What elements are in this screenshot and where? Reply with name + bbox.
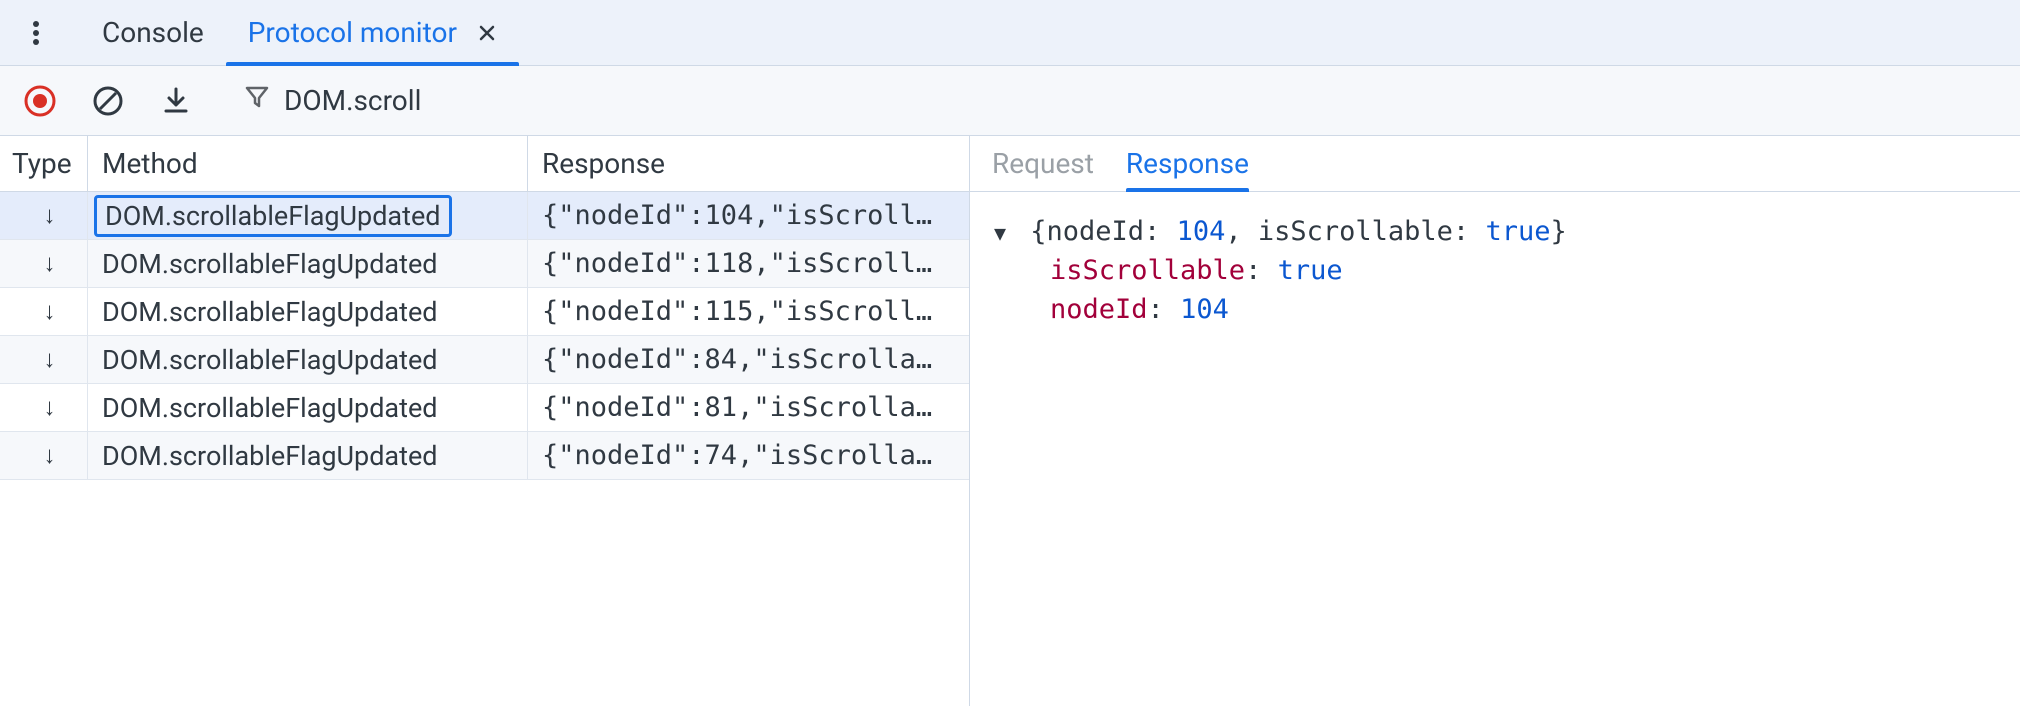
colon: : — [1245, 255, 1278, 286]
row-type-arrow-icon: ↓ — [0, 384, 88, 431]
detail-tabs: Request Response — [970, 136, 2020, 192]
header-response[interactable]: Response — [528, 136, 969, 191]
table-row[interactable]: ↓DOM.scrollableFlagUpdated{"nodeId":84,"… — [0, 336, 969, 384]
save-button[interactable] — [156, 81, 196, 121]
panel-tab-console[interactable]: Console — [80, 0, 226, 65]
property-key: nodeId — [1050, 294, 1148, 325]
row-response: {"nodeId":81,"isScrolla… — [528, 384, 969, 431]
header-type[interactable]: Type — [0, 136, 88, 191]
row-response: {"nodeId":104,"isScroll… — [528, 192, 969, 239]
table-row[interactable]: ↓DOM.scrollableFlagUpdated{"nodeId":81,"… — [0, 384, 969, 432]
tab-label: Console — [102, 16, 204, 49]
row-type-arrow-icon: ↓ — [0, 288, 88, 335]
row-response: {"nodeId":118,"isScroll… — [528, 240, 969, 287]
filter-field[interactable] — [224, 77, 2000, 125]
tab-response[interactable]: Response — [1126, 136, 1249, 191]
summary-bool-value: true — [1485, 216, 1550, 247]
brace-open: {nodeId: — [1030, 216, 1176, 247]
summary-nodeid-value: 104 — [1177, 216, 1226, 247]
table-row[interactable]: ↓DOM.scrollableFlagUpdated{"nodeId":104,… — [0, 192, 969, 240]
filter-input[interactable] — [284, 84, 1980, 117]
row-method: DOM.scrollableFlagUpdated — [88, 384, 528, 431]
tab-label: Protocol monitor — [248, 16, 457, 49]
clear-button[interactable] — [88, 81, 128, 121]
close-icon[interactable] — [477, 23, 497, 43]
row-response: {"nodeId":115,"isScroll… — [528, 288, 969, 335]
header-method[interactable]: Method — [88, 136, 528, 191]
tab-request[interactable]: Request — [992, 136, 1094, 191]
table-row[interactable]: ↓DOM.scrollableFlagUpdated{"nodeId":118,… — [0, 240, 969, 288]
row-method: DOM.scrollableFlagUpdated — [88, 192, 528, 239]
detail-pane: Request Response ▼ {nodeId: 104, isScrol… — [970, 136, 2020, 706]
summary-sep: , isScrollable: — [1225, 216, 1485, 247]
tree-property[interactable]: isScrollable: true — [994, 251, 1996, 290]
row-response: {"nodeId":84,"isScrolla… — [528, 336, 969, 383]
event-table: Type Method Response ↓DOM.scrollableFlag… — [0, 136, 970, 706]
table-body: ↓DOM.scrollableFlagUpdated{"nodeId":104,… — [0, 192, 969, 706]
row-type-arrow-icon: ↓ — [0, 192, 88, 239]
record-button[interactable] — [20, 81, 60, 121]
property-value: 104 — [1180, 294, 1229, 325]
row-method: DOM.scrollableFlagUpdated — [88, 432, 528, 479]
property-key: isScrollable — [1050, 255, 1245, 286]
table-header: Type Method Response — [0, 136, 969, 192]
panel-tab-protocol-monitor[interactable]: Protocol monitor — [226, 0, 519, 65]
main-split: Type Method Response ↓DOM.scrollableFlag… — [0, 136, 2020, 706]
row-method: DOM.scrollableFlagUpdated — [88, 336, 528, 383]
colon: : — [1148, 294, 1181, 325]
tree-property[interactable]: nodeId: 104 — [994, 290, 1996, 329]
row-method: DOM.scrollableFlagUpdated — [88, 288, 528, 335]
response-tree: ▼ {nodeId: 104, isScrollable: true} isSc… — [970, 192, 2020, 349]
protocol-toolbar — [0, 66, 2020, 136]
filter-icon — [244, 84, 270, 117]
row-method: DOM.scrollableFlagUpdated — [88, 240, 528, 287]
kebab-menu-icon[interactable] — [16, 20, 56, 46]
disclosure-triangle-icon[interactable]: ▼ — [994, 219, 1014, 248]
row-type-arrow-icon: ↓ — [0, 336, 88, 383]
tree-root[interactable]: ▼ {nodeId: 104, isScrollable: true} — [994, 212, 1996, 251]
table-row[interactable]: ↓DOM.scrollableFlagUpdated{"nodeId":74,"… — [0, 432, 969, 480]
row-type-arrow-icon: ↓ — [0, 432, 88, 479]
property-value: true — [1278, 255, 1343, 286]
row-type-arrow-icon: ↓ — [0, 240, 88, 287]
table-row[interactable]: ↓DOM.scrollableFlagUpdated{"nodeId":115,… — [0, 288, 969, 336]
brace-close: } — [1550, 216, 1566, 247]
row-response: {"nodeId":74,"isScrolla… — [528, 432, 969, 479]
panel-tabbar: Console Protocol monitor — [0, 0, 2020, 66]
